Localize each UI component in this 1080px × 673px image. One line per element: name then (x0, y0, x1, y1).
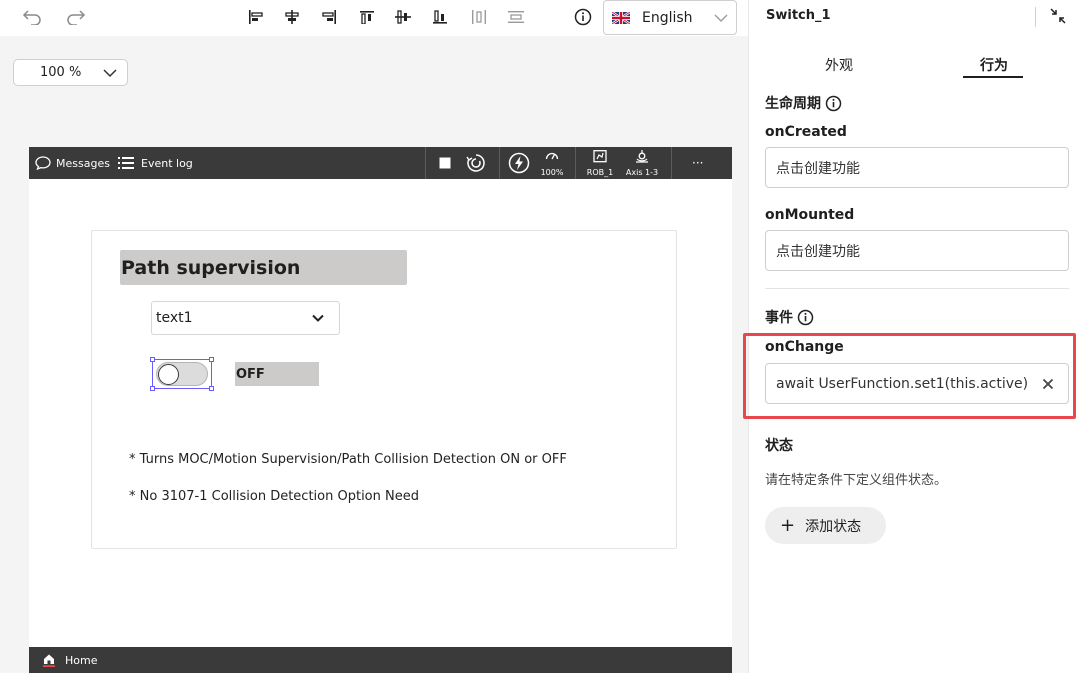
text-dropdown[interactable]: text1 (151, 301, 340, 335)
lifecycle-heading: 生命周期 (765, 93, 842, 113)
path-supervision-card: Path supervision text1 OFF * Turns MOC/M… (91, 230, 677, 549)
dropdown-value: text1 (156, 310, 193, 326)
device-top-bar: Messages Event log 100% ROB_1 Axis 1-3 ·… (29, 147, 732, 179)
design-canvas: 100 % Messages Event log 100% ROB_1 Axis… (0, 36, 748, 673)
event-log-button[interactable]: Event log (118, 147, 193, 179)
home-label: Home (65, 653, 98, 667)
info-icon[interactable] (825, 95, 842, 112)
messages-label: Messages (56, 156, 110, 170)
speed-value: 100% (540, 168, 564, 177)
highlight-annotation (743, 333, 1076, 419)
messages-button[interactable]: Messages (35, 147, 110, 179)
more-button[interactable]: ··· (692, 147, 703, 179)
align-center-vertical-icon[interactable] (390, 4, 416, 30)
speed-indicator[interactable]: 100% (539, 150, 565, 178)
chevron-down-icon (103, 68, 117, 77)
list-icon (118, 157, 134, 169)
cycle-icon (466, 154, 485, 172)
state-heading: 状态 (765, 435, 793, 455)
more-label: ··· (692, 156, 704, 170)
events-heading: 事件 (765, 307, 814, 327)
home-button[interactable]: Home (43, 653, 97, 667)
robot-selector[interactable]: ROB_1 (584, 150, 616, 178)
device-preview: Messages Event log 100% ROB_1 Axis 1-3 ·… (29, 147, 732, 673)
align-left-icon[interactable] (243, 4, 269, 30)
language-select[interactable]: English (603, 0, 737, 35)
align-right-icon[interactable] (316, 4, 342, 30)
home-icon (43, 654, 55, 667)
event-log-label: Event log (141, 156, 193, 170)
active-tab-indicator (963, 76, 1023, 78)
stop-button[interactable] (439, 147, 451, 179)
align-top-icon[interactable] (354, 4, 380, 30)
zoom-select[interactable]: 100 % (13, 59, 128, 86)
info-icon[interactable] (570, 4, 596, 30)
card-title[interactable]: Path supervision (120, 250, 407, 285)
plus-icon: + (780, 514, 796, 536)
on-mounted-label: onMounted (765, 207, 855, 223)
state-heading-text: 状态 (765, 438, 793, 454)
resize-handle[interactable] (209, 386, 214, 391)
note-text-1[interactable]: * Turns MOC/Motion Supervision/Path Coll… (129, 452, 567, 467)
on-created-label: onCreated (765, 124, 847, 140)
gauge-icon (545, 152, 559, 160)
state-description: 请在特定条件下定义组件状态。 (765, 473, 948, 488)
events-heading-text: 事件 (765, 310, 793, 326)
note-text-2[interactable]: * No 3107-1 Collision Detection Option N… (129, 489, 419, 504)
distribute-horizontal-icon[interactable] (466, 4, 492, 30)
add-state-label: 添加状态 (805, 518, 862, 535)
collapse-panel-button[interactable] (1047, 5, 1069, 27)
robot-value: ROB_1 (586, 168, 614, 177)
device-bottom-bar: Home (29, 647, 732, 673)
app-root: English 100 % Messages Event log 100% RO… (0, 0, 1080, 673)
tab-behavior[interactable]: 行为 (980, 55, 1008, 75)
robot-icon (593, 150, 607, 163)
on-mounted-value: 点击创建功能 (776, 243, 860, 260)
tab-appearance[interactable]: 外观 (825, 55, 853, 75)
language-value: English (642, 9, 693, 26)
lifecycle-heading-text: 生命周期 (765, 96, 821, 112)
editor-toolbar: English (0, 0, 748, 36)
collapse-icon (1050, 8, 1066, 24)
align-bottom-icon[interactable] (427, 4, 453, 30)
redo-icon[interactable] (63, 4, 89, 30)
on-mounted-field[interactable]: 点击创建功能 (765, 230, 1069, 271)
on-created-value: 点击创建功能 (776, 160, 860, 177)
component-name: Switch_1 (766, 8, 831, 23)
switch-knob (158, 364, 179, 385)
on-created-field[interactable]: 点击创建功能 (765, 147, 1069, 188)
cycle-button[interactable] (465, 147, 487, 179)
lightning-icon (508, 152, 530, 174)
resize-handle[interactable] (209, 357, 214, 362)
uk-flag-icon (612, 11, 630, 24)
add-state-button[interactable]: + 添加状态 (765, 507, 886, 544)
resize-handle[interactable] (150, 386, 155, 391)
undo-icon[interactable] (19, 4, 45, 30)
chevron-down-icon (312, 314, 324, 322)
switch-toggle[interactable] (150, 357, 214, 391)
stop-icon (439, 157, 451, 169)
axis-icon (636, 150, 648, 163)
axis-selector[interactable]: Axis 1-3 (623, 150, 661, 178)
info-icon[interactable] (797, 309, 814, 326)
resize-handle[interactable] (150, 357, 155, 362)
switch-state-label[interactable]: OFF (235, 362, 319, 386)
align-center-horizontal-icon[interactable] (279, 4, 305, 30)
distribute-vertical-icon[interactable] (503, 4, 529, 30)
switch-track (156, 362, 208, 386)
power-button[interactable] (508, 147, 530, 179)
zoom-value: 100 % (40, 65, 82, 80)
chevron-down-icon (714, 14, 728, 22)
chat-icon (35, 156, 51, 170)
axis-value: Axis 1-3 (625, 168, 659, 177)
